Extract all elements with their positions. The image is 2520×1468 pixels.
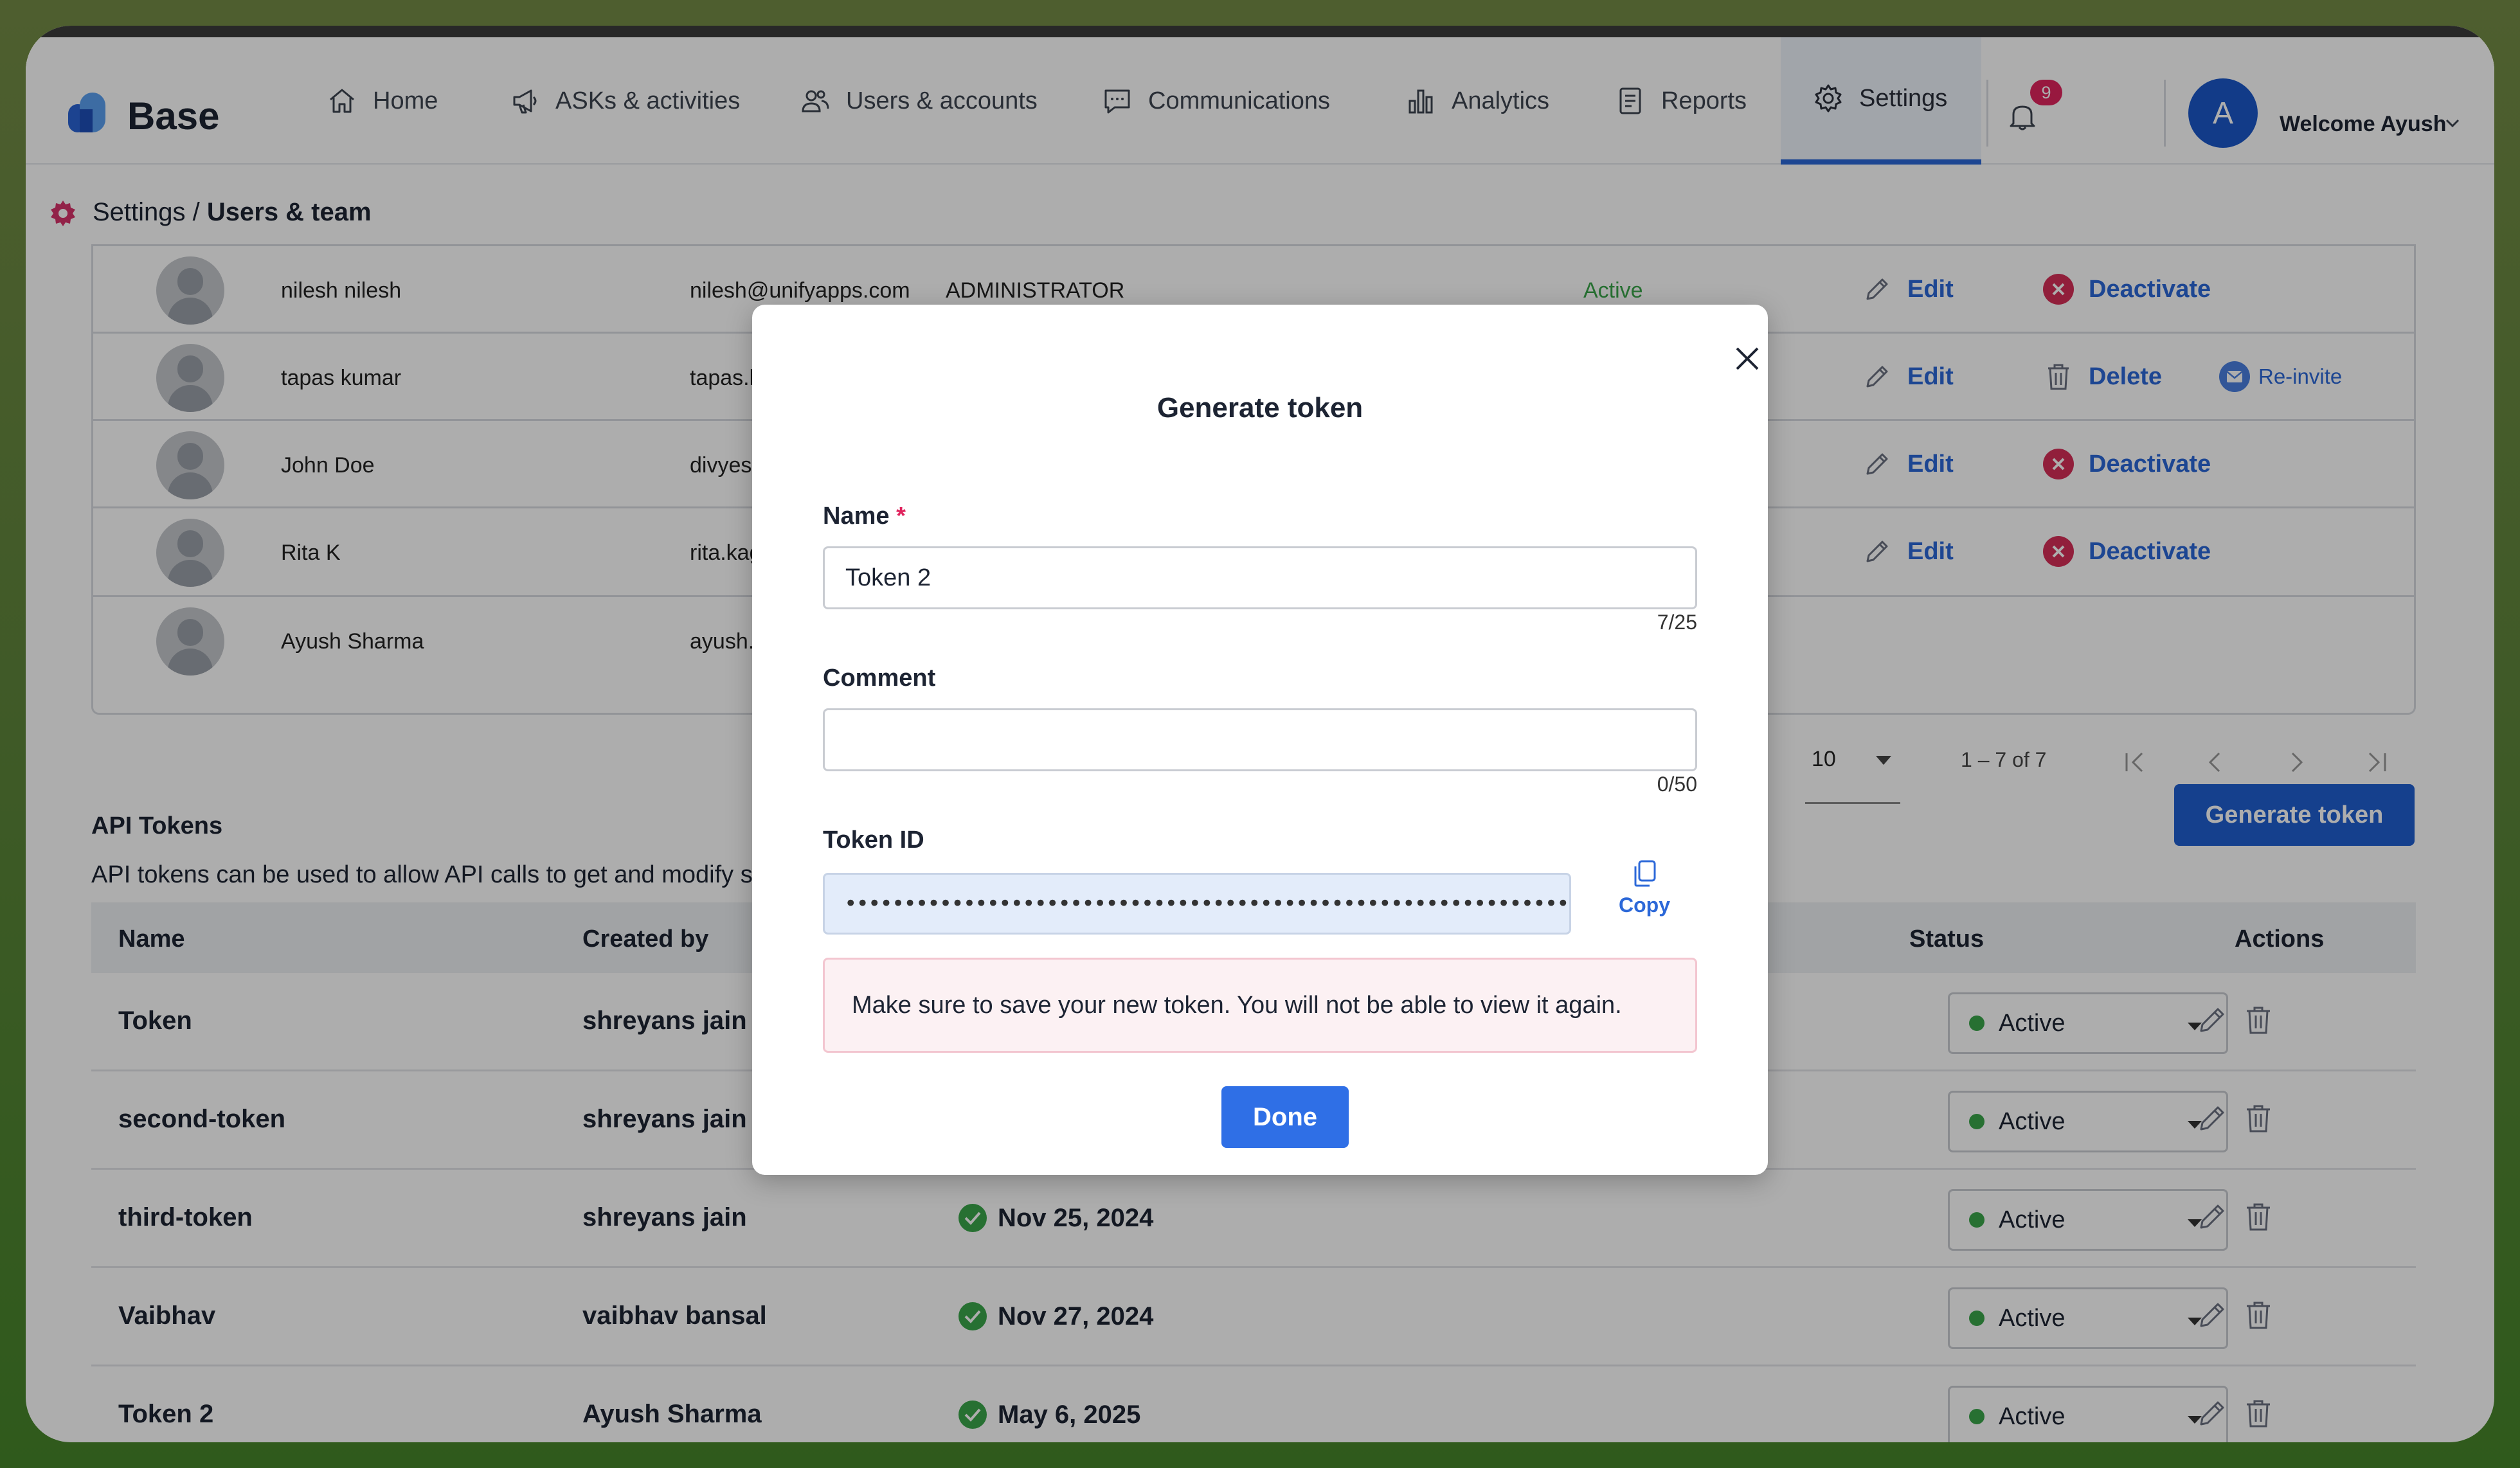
- name-input[interactable]: Token 2: [823, 546, 1697, 609]
- close-icon[interactable]: [1732, 343, 1763, 374]
- token-id-label: Token ID: [823, 827, 924, 854]
- name-label-text: Name: [823, 503, 890, 530]
- dialog-title: Generate token: [1156, 392, 1364, 424]
- comment-input[interactable]: [823, 708, 1697, 771]
- comment-char-count: 0/50: [1657, 773, 1697, 796]
- copy-button[interactable]: Copy: [1612, 859, 1677, 917]
- done-button[interactable]: Done: [1221, 1086, 1349, 1148]
- token-id-field[interactable]: ••••••••••••••••••••••••••••••••••••••••…: [823, 873, 1571, 935]
- copy-icon: [1634, 860, 1656, 887]
- name-label: Name *: [823, 503, 906, 530]
- save-token-warning: Make sure to save your new token. You wi…: [823, 958, 1697, 1053]
- copy-label: Copy: [1619, 893, 1670, 917]
- comment-label: Comment: [823, 665, 936, 692]
- required-mark: *: [896, 503, 906, 530]
- app-window: Base Home ASKs & activities Users & acco…: [26, 26, 2494, 1442]
- generate-token-dialog: Generate token Name * Token 2 7/25 Comme…: [752, 305, 1768, 1175]
- name-char-count: 7/25: [1657, 611, 1697, 634]
